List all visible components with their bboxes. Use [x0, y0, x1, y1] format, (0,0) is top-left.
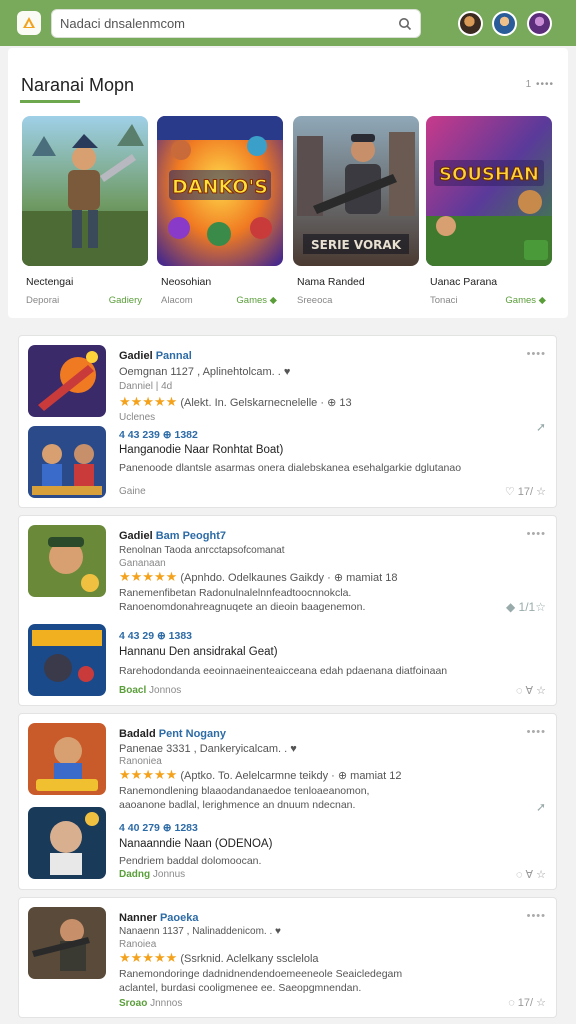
featured-name: Nectengai [26, 276, 74, 288]
featured-sub: Deporai [26, 295, 60, 306]
featured-sub: Sreeoca [297, 295, 333, 306]
share-icon[interactable]: ➚ [536, 800, 546, 814]
featured-tile[interactable]: SOUSHAN Uanac Parana Tonaci Games ◆ [426, 116, 554, 306]
game-art-danko: DANKO'S [157, 116, 283, 266]
app-stats: 4 40 279 ⊕ 1283 [119, 822, 198, 834]
svg-text:DANKO'S: DANKO'S [172, 176, 268, 198]
card-actions[interactable]: ◌ 17/ ☆ [508, 996, 546, 1009]
svg-text:SERIE VORAK: SERIE VORAK [311, 238, 402, 252]
featured-genre: Games ◆ [236, 295, 277, 306]
rating-stars: ★★★★★ [119, 950, 178, 965]
app-meta-2: Ranoiea [119, 939, 157, 950]
app-stats: 4 43 29 ⊕ 1383 [119, 630, 193, 642]
app-thumbnail [28, 723, 106, 795]
app-meta: Renolnan Taoda anrcctapsofcomanat [119, 545, 285, 556]
app-meta-3: Uclenes [119, 412, 156, 423]
app-thumbnail [28, 345, 106, 417]
rating-row: ★★★★★ (Ssrknid. Aclelkany ssclelola [119, 950, 319, 965]
app-subtitle: Hanganodie Naar Ronhtat Boat) [119, 444, 284, 456]
search-icon [399, 18, 412, 31]
app-meta-2: Ranoniea [119, 756, 162, 767]
app-thumbnail [28, 807, 106, 879]
game-art-soldier: SERIE VORAK [293, 116, 419, 266]
app-meta-2: Gananaan [119, 558, 166, 569]
app-description-2: aaoanone badlal, lerighmence an dnuum nd… [119, 799, 356, 811]
rating-row: ★★★★★ (Apnhdo. Odelkaunes Gaikdy · ⊕ mam… [119, 569, 398, 584]
game-art-hero [22, 116, 148, 266]
card-actions[interactable]: ♡ 17/ ☆ [505, 485, 546, 498]
featured-name: Nama Randed [297, 276, 365, 288]
featured-genre: Games ◆ [505, 295, 546, 306]
app-tag[interactable]: Gaine [119, 486, 146, 497]
app-description: Panenoode dlantsle asarmas onera dialebs… [119, 462, 462, 474]
app-tag[interactable]: Sroao Jnnnos [119, 998, 182, 1009]
featured-genre: Gadiery [108, 295, 142, 306]
more-options-icon[interactable]: •••• [527, 528, 546, 540]
app-description: Ranemondlening blaaodandanaedoe tenloaea… [119, 785, 370, 797]
app-subtitle: Hannanu Den ansidrakal Geat) [119, 646, 278, 658]
app-title[interactable]: Nanner Paoeka [119, 912, 199, 924]
search-button[interactable] [394, 13, 416, 35]
featured-tile[interactable]: Nectengai Deporai Gadiery [22, 116, 150, 306]
app-description-3: Rarehodondanda eeoinnaeinenteaicceana ed… [119, 665, 448, 677]
app-description-2: Ranoenomdonahreagnuqete an dieoin baagen… [119, 601, 366, 613]
more-options-icon[interactable]: •••• [527, 726, 546, 738]
app-card[interactable]: •••• Badald Pent Nogany Panenae 3331 , D… [18, 713, 557, 890]
rating-stars: ★★★★★ [119, 767, 178, 782]
app-thumbnail [28, 907, 106, 979]
app-tag[interactable]: Dadng Jonnus [119, 869, 185, 880]
app-subtitle: Nanaanndie Naan (ODENOA) [119, 838, 273, 850]
featured-name: Uanac Parana [430, 276, 498, 288]
app-thumbnail [28, 426, 106, 498]
app-title[interactable]: Gadiel Pannal [119, 350, 192, 362]
avatar-1[interactable] [458, 11, 483, 36]
app-tag[interactable]: Boacl Jonnos [119, 685, 181, 696]
featured-name: Neosohian [161, 276, 212, 288]
featured-sub: Tonaci [430, 295, 458, 306]
rating-row: ★★★★★ (Alekt. In. Gelskarnecnelelle · ⊕ … [119, 394, 352, 409]
logo-icon [23, 17, 35, 28]
avatar-3[interactable] [527, 11, 552, 36]
more-options-icon[interactable]: •••• [527, 348, 546, 360]
app-description-2: aclantel, burdasi cooligmenee ee. Saeopg… [119, 982, 362, 994]
title-underline [20, 100, 80, 103]
search-input[interactable] [60, 10, 390, 37]
more-button[interactable]: 1 •••• [526, 79, 554, 90]
featured-section: Naranai Mopn 1 •••• Nectengai Deporai Ga… [8, 48, 568, 318]
app-logo[interactable] [17, 11, 41, 35]
app-description-3: Pendriem baddal dolomoocan. [119, 855, 262, 867]
svg-text:SOUSHAN: SOUSHAN [439, 164, 539, 185]
app-title[interactable]: Gadiel Bam Peoght7 [119, 530, 226, 542]
app-description: Ranemondoringe dadnidnendendoemeeneole S… [119, 968, 403, 980]
app-stats: 4 43 239 ⊕ 1382 [119, 429, 198, 441]
rating-row: ★★★★★ (Aptko. To. Aelelcarmne teikdy · ⊕… [119, 767, 402, 782]
app-card[interactable]: •••• Gadiel Pannal Oemgnan 1127 , Apline… [18, 335, 557, 508]
featured-tile[interactable]: SERIE VORAK Nama Randed Sreeoca [293, 116, 421, 306]
section-title: Naranai Mopn [21, 75, 135, 95]
app-title[interactable]: Badald Pent Nogany [119, 728, 226, 740]
app-card[interactable]: •••• Nanner Paoeka Nanaenn 1137 , Nalina… [18, 897, 557, 1018]
app-meta: Nanaenn 1137 , Nalinaddenicom. . ♥ [119, 926, 281, 937]
share-icon[interactable]: ➚ [536, 420, 546, 434]
app-card[interactable]: •••• Gadiel Bam Peoght7 Renolnan Taoda a… [18, 515, 557, 706]
card-actions[interactable]: ◌ ∀ ☆ [516, 868, 546, 881]
more-options-icon[interactable]: •••• [527, 910, 546, 922]
featured-sub: Alacom [161, 295, 193, 306]
avatar-2[interactable] [492, 11, 517, 36]
app-meta: Panenae 3331 , Dankeryicalcam. . ♥ [119, 743, 297, 755]
app-description: Ranemenfibetan Radonulnalelnnfeadtoocnno… [119, 587, 352, 599]
app-meta: Oemgnan 1127 , Aplinehtolcam. . ♥ [119, 366, 291, 378]
rating-stars: ★★★★★ [119, 394, 178, 409]
search-bar [51, 9, 421, 38]
app-thumbnail [28, 624, 106, 696]
game-art-soushan: SOUSHAN [426, 116, 552, 266]
featured-tile[interactable]: DANKO'S Neosohian Alacom Games ◆ [157, 116, 285, 306]
top-bar [0, 0, 576, 46]
app-meta-2: Danniel | 4d [119, 381, 173, 392]
app-thumbnail [28, 525, 106, 597]
bookmark-icon[interactable]: ◆ 1/1☆ [506, 600, 546, 614]
rating-stars: ★★★★★ [119, 569, 178, 584]
card-actions[interactable]: ◌ ∀ ☆ [516, 684, 546, 697]
